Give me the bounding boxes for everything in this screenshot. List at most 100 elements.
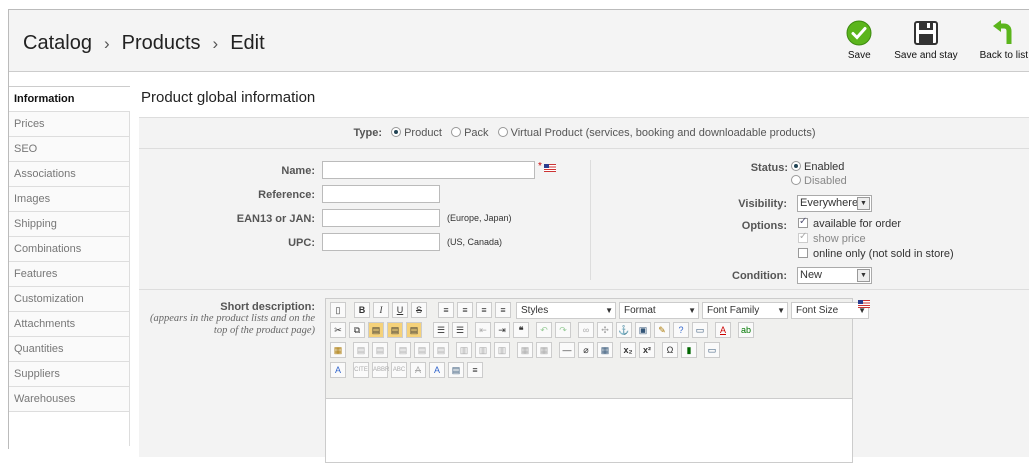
anchor-icon[interactable]: ⚓ (616, 322, 632, 338)
styleprops-icon[interactable]: A (330, 362, 346, 378)
sidebar-item-seo[interactable]: SEO (9, 137, 130, 162)
undo-icon[interactable]: ↶ (536, 322, 552, 338)
sidebar-item-images[interactable]: Images (9, 187, 130, 212)
link-icon[interactable]: ∞ (578, 322, 594, 338)
table-cell-props-icon[interactable]: ▤ (372, 342, 388, 358)
save-and-stay-button[interactable]: Save and stay (894, 20, 958, 61)
html-source-icon[interactable]: ▭ (692, 322, 708, 338)
superscript-icon[interactable]: x² (639, 342, 655, 358)
media-icon[interactable]: ▮ (681, 342, 697, 358)
delete-col-icon[interactable]: ▥ (494, 342, 510, 358)
type-product-label[interactable]: Product (404, 127, 442, 139)
sidebar-item-prices[interactable]: Prices (9, 112, 130, 137)
bold-icon[interactable]: B (354, 302, 370, 318)
sidebar-item-suppliers[interactable]: Suppliers (9, 362, 130, 387)
reference-input[interactable] (322, 185, 440, 203)
flag-us-icon[interactable] (544, 164, 556, 176)
format-dropdown[interactable]: Format ▼ (619, 302, 699, 319)
numbered-list-icon[interactable]: ☰ (452, 322, 468, 338)
help-icon[interactable]: ? (673, 322, 689, 338)
abbr-icon[interactable]: ABBR (372, 362, 389, 378)
font-family-dropdown[interactable]: Font Family ▼ (702, 302, 788, 319)
subscript-icon[interactable]: x₂ (620, 342, 636, 358)
image-icon[interactable]: ▣ (635, 322, 651, 338)
nonbreaking-icon[interactable]: ≡ (467, 362, 483, 378)
flag-us-icon[interactable] (858, 300, 870, 312)
align-left-icon[interactable]: ≡ (438, 302, 454, 318)
insert-text-icon[interactable]: A (429, 362, 445, 378)
sidebar-item-information[interactable]: Information (9, 87, 130, 112)
special-char-icon[interactable]: Ω (662, 342, 678, 358)
status-disabled-option[interactable]: Disabled (785, 175, 847, 187)
back-to-list-button[interactable]: Back to list (980, 20, 1028, 61)
insert-row-before-icon[interactable]: ▤ (395, 342, 411, 358)
online-only-label[interactable]: online only (not sold in store) (813, 248, 954, 260)
attributes-icon[interactable]: ▤ (448, 362, 464, 378)
italic-icon[interactable]: I (373, 302, 389, 318)
upc-input[interactable] (322, 233, 440, 251)
sidebar-item-warehouses[interactable]: Warehouses (9, 387, 130, 412)
insert-row-after-icon[interactable]: ▤ (414, 342, 430, 358)
cite-icon[interactable]: CITE (353, 362, 369, 378)
align-justify-icon[interactable]: ≡ (495, 302, 511, 318)
indent-icon[interactable]: ⇥ (494, 322, 510, 338)
option-available[interactable]: available for order (798, 216, 901, 230)
table-icon[interactable]: ▦ (597, 342, 613, 358)
name-input[interactable] (322, 161, 535, 179)
outdent-icon[interactable]: ⇤ (475, 322, 491, 338)
condition-select[interactable]: New ▼ (797, 267, 872, 284)
new-document-icon[interactable]: ▯ (330, 302, 346, 318)
type-virtual-radio[interactable] (497, 127, 508, 137)
merge-cells-icon[interactable]: ▦ (536, 342, 552, 358)
redo-icon[interactable]: ↷ (555, 322, 571, 338)
cut-icon[interactable]: ✂ (330, 322, 346, 338)
align-right-icon[interactable]: ≡ (476, 302, 492, 318)
breadcrumb-catalog[interactable]: Catalog (23, 32, 92, 55)
status-enabled-label[interactable]: Enabled (804, 161, 844, 173)
strikethrough-icon[interactable]: S (411, 302, 427, 318)
align-center-icon[interactable]: ≡ (457, 302, 473, 318)
remove-format-icon[interactable]: ⌀ (578, 342, 594, 358)
acronym-icon[interactable]: ABC (391, 362, 407, 378)
sidebar-item-associations[interactable]: Associations (9, 162, 130, 187)
sidebar-item-combinations[interactable]: Combinations (9, 237, 130, 262)
status-enabled-radio[interactable] (791, 161, 801, 171)
horizontal-rule-icon[interactable]: — (559, 342, 575, 358)
table-row-props-icon[interactable]: ▤ (353, 342, 369, 358)
option-show-price[interactable]: show price (798, 231, 866, 245)
online-only-checkbox[interactable] (798, 248, 808, 258)
option-online-only[interactable]: online only (not sold in store) (798, 248, 954, 260)
rich-text-editor[interactable]: ▯ B I U S ≡ ≡ ≡ ≡ Styles ▼ Format ▼ Font F… (325, 298, 869, 463)
paste-text-icon[interactable]: ▤ (387, 322, 403, 338)
visual-aid-icon[interactable]: ▦ (330, 342, 346, 358)
save-button[interactable]: Save (846, 20, 872, 61)
delete-row-icon[interactable]: ▤ (433, 342, 449, 358)
sidebar-item-features[interactable]: Features (9, 262, 130, 287)
split-cells-icon[interactable]: ▦ (517, 342, 533, 358)
type-pack-radio[interactable] (451, 127, 462, 137)
available-label[interactable]: available for order (813, 218, 901, 230)
show-price-checkbox[interactable] (798, 231, 808, 243)
cleanup-icon[interactable]: ✎ (654, 322, 670, 338)
paste-word-icon[interactable]: ▤ (406, 322, 422, 338)
background-color-icon[interactable]: ab (738, 322, 754, 338)
copy-icon[interactable]: ⧉ (349, 322, 365, 338)
sidebar-item-shipping[interactable]: Shipping (9, 212, 130, 237)
fullscreen-icon[interactable]: ▭ (704, 342, 720, 358)
status-disabled-label[interactable]: Disabled (804, 175, 847, 187)
type-pack-label[interactable]: Pack (464, 127, 488, 139)
delete-text-icon[interactable]: A (410, 362, 426, 378)
text-color-icon[interactable]: A (715, 322, 731, 338)
styles-dropdown[interactable]: Styles ▼ (516, 302, 616, 319)
sidebar-item-quantities[interactable]: Quantities (9, 337, 130, 362)
visibility-select[interactable]: Everywhere ▼ (797, 195, 872, 212)
available-checkbox[interactable] (798, 216, 808, 228)
breadcrumb-products[interactable]: Products (122, 32, 201, 55)
insert-col-before-icon[interactable]: ▥ (456, 342, 472, 358)
underline-icon[interactable]: U (392, 302, 408, 318)
show-price-label[interactable]: show price (813, 233, 866, 245)
sidebar-item-attachments[interactable]: Attachments (9, 312, 130, 337)
type-product-radio[interactable] (391, 127, 402, 137)
sidebar-item-customization[interactable]: Customization (9, 287, 130, 312)
insert-col-after-icon[interactable]: ▥ (475, 342, 491, 358)
